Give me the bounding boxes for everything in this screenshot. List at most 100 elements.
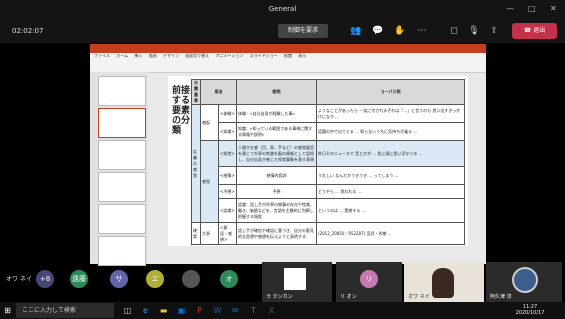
slide-title: 前接する要素の分類 — [172, 86, 191, 136]
taskbar-clock[interactable]: 11:27 2020/10/17 — [510, 304, 550, 316]
camera-off-icon[interactable]: ◻ — [448, 25, 460, 37]
slide-thumbnail-selected[interactable] — [98, 108, 146, 138]
table-cell: 確実 — [191, 222, 201, 245]
table-cell: <体験> — [218, 104, 237, 123]
call-controls-bar: 02:02:07 制御を要求 👥 💬 ✋ ⋯ ◻ 🎙 ⇪ ☎ 退出 — [0, 19, 565, 43]
classification-table: 分類基準 用法 説明 コーパス例 広義の感覚 感起 <体験> 体験：«自分自身が… — [191, 79, 465, 245]
participant-avatar[interactable]: 遠藤 — [70, 270, 88, 288]
window-titlebar: General — □ ✕ — [0, 0, 565, 19]
table-cell: 感起 — [200, 104, 219, 141]
chat-icon[interactable]: 💬 — [372, 25, 384, 37]
participant-name: リ オン — [340, 294, 357, 300]
leave-button[interactable]: ☎ 退出 — [512, 23, 557, 39]
participant-tile[interactable]: リ リ オン — [336, 262, 402, 302]
overflow-participants[interactable]: +8 — [36, 270, 54, 288]
slide-thumbnail[interactable] — [98, 76, 146, 106]
table-cell: ようなことがあったら 一笑に付されるそれは「...」と言うのも 思い出すきっかけ… — [316, 104, 465, 123]
raise-hand-icon[interactable]: ✋ — [394, 25, 406, 37]
excel-icon[interactable]: X — [266, 305, 277, 316]
avatar: リ — [360, 270, 378, 288]
table-cell: <意見・感想> — [218, 222, 237, 245]
table-row: 広義の感覚 感起 <体験> 体験：«自分自身が経験した事» ようなことがあったら… — [191, 104, 465, 223]
leave-label: 退出 — [533, 27, 546, 34]
participant-avatar[interactable]: エ — [146, 270, 164, 288]
avatar — [284, 268, 306, 290]
store-icon[interactable]: ▣ — [176, 305, 187, 316]
windows-start-icon[interactable]: ⊞ — [2, 305, 13, 316]
table-header-row: 分類基準 用法 説明 コーパス例 — [191, 79, 465, 105]
table-row: <予想> 予想 どうやら ... 思われる ... — [192, 184, 465, 199]
table-row: 確実 主張 <意見・感想> 話し手が確信や確認に基づき、自分の意見的な思想や感想… — [191, 222, 465, 245]
table-cell: 認識：話し手が外界の物事の存在や性質、働き、価値などを、言語を主観的に判断し把握… — [236, 198, 317, 223]
participant-name: 阿久津 淳 — [490, 294, 512, 300]
avatar — [512, 267, 538, 293]
call-timer: 02:02:07 — [12, 27, 44, 35]
slide-thumbnail[interactable] — [98, 140, 146, 170]
powerpoint-icon[interactable]: P — [194, 305, 205, 316]
participant-tile-video[interactable]: オワ ネイ — [404, 262, 484, 302]
participant-avatar[interactable]: サ — [110, 270, 128, 288]
participants-icon[interactable]: 👥 — [350, 25, 362, 37]
table-header: 用法 — [200, 79, 237, 105]
table-cell: 感情的容詞 — [236, 166, 317, 185]
table-cell: <認識> — [218, 198, 237, 223]
table-cell: <知識> — [218, 122, 237, 141]
table-cell: うれしい なんだかうきうき ... ってしまう ... — [316, 166, 465, 185]
file-explorer-icon[interactable]: ▬ — [158, 305, 169, 316]
slide-thumbnail[interactable] — [98, 204, 146, 234]
window-title: General — [268, 5, 297, 13]
slide-thumbnail[interactable] — [98, 236, 146, 266]
participant-avatar-photo[interactable] — [182, 270, 200, 288]
table-row: <感情> 感情的容詞 うれしい なんだかうきうき ... ってしまう ... — [192, 166, 465, 185]
close-icon[interactable]: ✕ — [550, 4, 557, 13]
request-control-button[interactable]: 制御を要求 — [278, 24, 328, 38]
mail-icon[interactable]: ✉ — [230, 305, 241, 316]
table-cell: どうやら ... 思われる ... — [316, 184, 465, 199]
minimize-icon[interactable]: — — [506, 4, 514, 13]
presenter-name: オワ ネイ — [6, 276, 32, 283]
table-cell: (2012_20850 : 952287) 宮武・秀樹 ... — [316, 222, 465, 245]
slide-thumbnails — [90, 72, 148, 266]
table-cell: 話し手が確信や確認に基づき、自分の意見的な思想や感想を伝えようと表明する — [236, 222, 317, 245]
participant-name: ラ クンカン — [266, 294, 293, 300]
ribbon-titlebar — [90, 44, 486, 53]
table-header: 説明 — [236, 79, 317, 105]
edge-icon[interactable]: e — [140, 305, 151, 316]
participant-name: オワ ネイ — [408, 294, 430, 300]
table-cell: 話題の中で出てくる ... 知らないうちに気持ちが乗る ... — [316, 122, 465, 141]
table-header: コーパス例 — [316, 79, 465, 105]
word-icon[interactable]: W — [212, 305, 223, 316]
maximize-icon[interactable]: □ — [528, 4, 536, 13]
table-cell: 感覚 — [200, 140, 219, 223]
slide-thumbnail[interactable] — [98, 172, 146, 202]
shared-screen: ファイル ホーム 挿入 描画 デザイン 画面切り替え アニメーション スライドシ… — [90, 44, 486, 266]
avatar — [432, 268, 454, 298]
table-row: 感覚 <知覚> 人間が五感（目、耳、手など）の感覚器官を通じて外界の刺激を脳の情… — [192, 140, 465, 223]
table-cell: 広義の感覚 — [191, 104, 201, 223]
participant-avatar[interactable]: オ — [220, 270, 238, 288]
table-cell: <予想> — [218, 184, 237, 199]
table-cell: <感情> — [218, 166, 237, 185]
more-icon[interactable]: ⋯ — [416, 25, 428, 37]
ribbon-tabs: ファイル ホーム 挿入 描画 デザイン 画面切り替え アニメーション スライドシ… — [94, 53, 307, 58]
taskbar-search[interactable]: ここに入力して検索 — [16, 303, 114, 318]
phone-icon: ☎ — [523, 27, 532, 34]
table-cell: 昨日そのニュースで 音とかが ... 急に頭に思い浮かべる ... — [316, 140, 465, 167]
table-row: <知識> 知識：«知っている範囲である事柄に関する情報や説明» 話題の中で出てく… — [192, 122, 465, 141]
table-row: <認識> 認識：話し手が外界の物事の存在や性質、働き、価値などを、言語を主観的に… — [192, 198, 465, 223]
table-cell: 人間が五感（目、耳、手など）の感覚器官を通じて外界の刺激を脳の情報として認知し、… — [236, 140, 317, 167]
slide-canvas: 前接する要素の分類 分類基準 用法 説明 コーパス例 広義の感覚 感起 <体験>… — [168, 76, 468, 246]
table-cell: 主張 — [200, 222, 219, 245]
table-cell: 予想 — [236, 184, 317, 199]
table-cell: というのは ... 実感する ... — [316, 198, 465, 223]
participant-tile[interactable]: 阿久津 淳 — [486, 262, 562, 302]
table-cell: 知識：«知っている範囲である事柄に関する情報や説明» — [236, 122, 317, 141]
mic-off-icon[interactable]: 🎙 — [468, 25, 480, 37]
table-header: 分類基準 — [191, 79, 201, 105]
powerpoint-ribbon: ファイル ホーム 挿入 描画 デザイン 画面切り替え アニメーション スライドシ… — [90, 44, 486, 73]
windows-taskbar: ⊞ ここに入力して検索 ◫ e ▬ ▣ P W ✉ T X 11:27 2020… — [0, 302, 565, 319]
share-screen-icon[interactable]: ⇪ — [488, 25, 500, 37]
participant-tile[interactable]: ラ クンカン — [262, 262, 332, 302]
teams-icon[interactable]: T — [248, 305, 259, 316]
task-view-icon[interactable]: ◫ — [122, 305, 133, 316]
